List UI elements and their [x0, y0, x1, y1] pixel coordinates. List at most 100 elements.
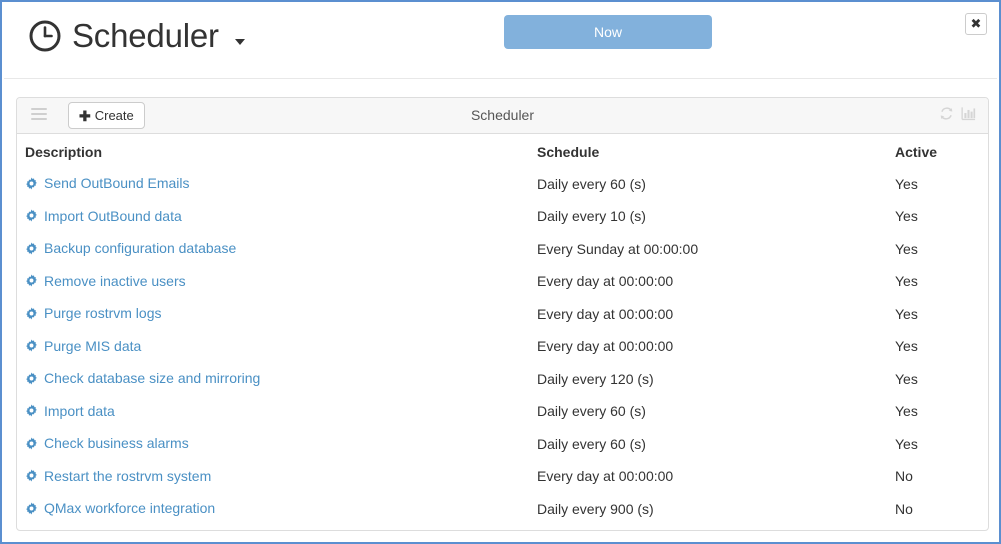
- task-link[interactable]: Check database size and mirroring: [25, 370, 260, 386]
- cell-description: Send OutBound Emails: [17, 168, 529, 201]
- cell-schedule: Every Sunday at 00:00:00: [537, 240, 699, 257]
- gear-icon: [26, 339, 37, 352]
- task-label: Import data: [44, 402, 115, 419]
- cell-active: Yes: [895, 403, 918, 420]
- cell-active: Yes: [895, 240, 918, 257]
- task-label: Backup configuration database: [44, 240, 237, 256]
- gear-icon: [26, 469, 37, 482]
- cell-active: Yes: [895, 273, 918, 290]
- task-link[interactable]: Purge MIS data: [25, 338, 141, 354]
- cell-description: Restart the rostrvm system: [17, 461, 529, 494]
- cell-description: Backup configuration database: [17, 233, 529, 266]
- task-label: Check business alarms: [44, 435, 189, 451]
- task-label: Import OutBound data: [44, 207, 182, 224]
- cell-description: Check business alarms: [17, 428, 529, 461]
- table-row: Send OutBound Emails Daily every 60 (s) Ye…: [17, 168, 988, 201]
- table-header: Description Schedule Active: [17, 134, 988, 168]
- table-header-row: Description Schedule Active: [17, 134, 988, 168]
- table-row: Purge MIS data Every day at 00:00:00 Yes: [17, 331, 988, 364]
- cell-description: QMax workforce integration: [17, 493, 529, 526]
- task-label: QMax workforce integration: [44, 500, 216, 516]
- cell-description: Remove inactive users: [17, 266, 529, 299]
- cell-description: Purge rostrvm logs: [17, 298, 529, 331]
- cell-active: No: [895, 500, 913, 517]
- cell-active: Yes: [895, 208, 918, 225]
- gear-icon: [26, 306, 37, 320]
- task-label: Restart the rostrvm system: [44, 467, 212, 484]
- gear-icon: [26, 404, 37, 417]
- cell-description: Purge MIS data: [17, 331, 529, 364]
- gear-icon: [26, 371, 37, 385]
- column-header-description[interactable]: Description: [17, 134, 529, 168]
- cell-description: Import OutBound data: [17, 201, 529, 234]
- task-label: Remove inactive users: [44, 272, 186, 289]
- cell-schedule: Every day at 00:00:00: [537, 305, 674, 322]
- clock-icon: [29, 20, 61, 52]
- task-link[interactable]: Restart the rostrvm system: [25, 468, 211, 484]
- cell-schedule: Daily every 900 (s): [537, 500, 654, 517]
- table-row: Check database size and mirroring Daily e…: [17, 363, 988, 396]
- column-header-schedule[interactable]: Schedule: [529, 134, 887, 168]
- task-link[interactable]: Backup configuration database: [25, 240, 236, 256]
- cell-description: Import data: [17, 396, 529, 429]
- toolbar-icon-group: [939, 106, 976, 121]
- cell-schedule: Daily every 10 (s): [537, 208, 646, 225]
- scheduler-window: Scheduler Now ✖ ✚ Create Scheduler Descr…: [0, 0, 1001, 544]
- cell-schedule: Daily every 120 (s): [537, 370, 654, 387]
- table-row: Import data Daily every 60 (s) Yes: [17, 396, 988, 429]
- task-link[interactable]: Import OutBound data: [25, 208, 182, 224]
- cell-schedule: Every day at 00:00:00: [537, 273, 674, 290]
- cell-active: Yes: [895, 305, 918, 322]
- cell-description: Check database size and mirroring: [17, 363, 529, 396]
- close-button[interactable]: ✖: [965, 13, 987, 35]
- table-row: Recording ArchiverDaily every 3600 (s)Ye…: [17, 526, 988, 531]
- table-row: Check business alarms Daily every 60 (s) Y…: [17, 428, 988, 461]
- task-link[interactable]: Purge rostrvm logs: [25, 305, 161, 321]
- table-row: Import OutBound data Daily every 10 (s) Ye…: [17, 201, 988, 234]
- task-link[interactable]: Send OutBound Emails: [25, 175, 190, 191]
- gear-icon: [26, 274, 37, 287]
- cell-schedule: Daily every 60 (s): [537, 175, 646, 192]
- task-link[interactable]: Check business alarms: [25, 435, 189, 451]
- gear-icon: [26, 501, 37, 515]
- refresh-icon[interactable]: [939, 106, 954, 121]
- task-link[interactable]: Import data: [25, 403, 115, 419]
- cell-active: Yes: [887, 526, 988, 531]
- now-button[interactable]: Now: [504, 15, 712, 49]
- table-row: QMax workforce integration Daily every 90…: [17, 493, 988, 526]
- table-row: Backup configuration database Every Sunda…: [17, 233, 988, 266]
- gear-icon: [26, 176, 37, 190]
- cell-schedule: Every day at 00:00:00: [537, 338, 674, 355]
- cell-schedule: Daily every 60 (s): [537, 403, 646, 420]
- gear-icon: [26, 209, 37, 222]
- table-row: Remove inactive users Every day at 00:00:…: [17, 266, 988, 299]
- cell-active: Yes: [895, 435, 918, 452]
- column-header-active[interactable]: Active: [887, 134, 988, 168]
- task-label: Purge rostrvm logs: [44, 305, 162, 321]
- page-title: Scheduler: [72, 17, 219, 54]
- task-label: Check database size and mirroring: [44, 370, 261, 386]
- table-row: Purge rostrvm logs Every day at 00:00:00 Y…: [17, 298, 988, 331]
- scheduler-panel: ✚ Create Scheduler Description Schedule …: [16, 97, 989, 531]
- page-title-group[interactable]: Scheduler: [28, 18, 245, 54]
- cell-active: No: [895, 468, 913, 485]
- task-label: Send OutBound Emails: [44, 175, 190, 191]
- task-link[interactable]: QMax workforce integration: [25, 500, 215, 516]
- scheduler-table: Description Schedule Active Send OutBoun…: [17, 134, 988, 531]
- gear-icon: [26, 241, 37, 255]
- task-label: Purge MIS data: [44, 337, 142, 354]
- panel-title: Scheduler: [470, 107, 535, 123]
- chevron-down-icon[interactable]: [234, 39, 245, 45]
- bar-chart-icon[interactable]: [961, 106, 976, 121]
- task-link[interactable]: Remove inactive users: [25, 273, 186, 289]
- cell-active: Yes: [895, 338, 918, 355]
- gear-icon: [26, 436, 37, 450]
- app-header: Scheduler Now ✖: [4, 4, 997, 79]
- cell-schedule: Daily every 3600 (s): [529, 526, 887, 531]
- cell-active: Yes: [895, 175, 918, 192]
- cell-active: Yes: [895, 370, 918, 387]
- cell-schedule: Every day at 00:00:00: [537, 468, 674, 485]
- cell-schedule: Daily every 60 (s): [537, 435, 646, 452]
- cell-description: Recording Archiver: [17, 526, 529, 531]
- panel-toolbar: ✚ Create Scheduler: [17, 98, 988, 134]
